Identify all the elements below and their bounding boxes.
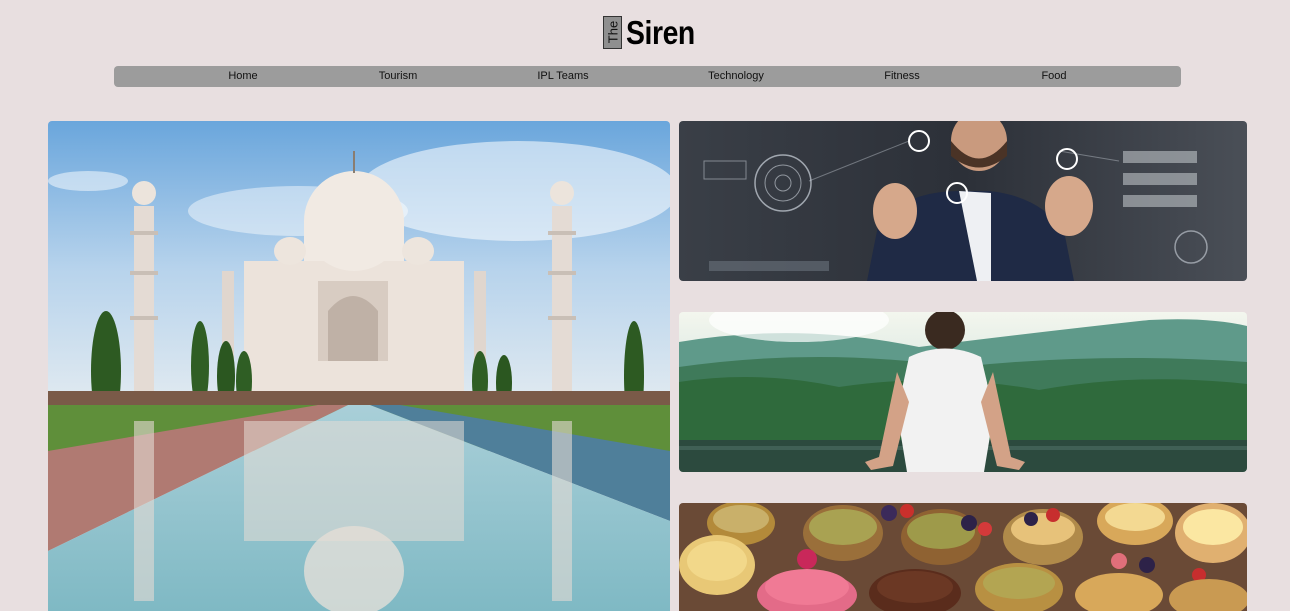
nav-item-fitness[interactable]: Fitness bbox=[884, 66, 919, 87]
tourism-card[interactable] bbox=[48, 121, 670, 611]
nav-item-technology[interactable]: Technology bbox=[708, 66, 764, 87]
nav-item-ipl-teams[interactable]: IPL Teams bbox=[537, 66, 588, 87]
logo-prefix: The bbox=[605, 20, 620, 44]
food-card[interactable] bbox=[679, 503, 1247, 611]
site-logo[interactable]: The Siren bbox=[603, 13, 706, 51]
taj-mahal-photo bbox=[48, 121, 670, 611]
nav-item-tourism[interactable]: Tourism bbox=[379, 66, 418, 87]
meditation-photo bbox=[679, 312, 1247, 472]
logo-name: Siren bbox=[626, 13, 695, 51]
nav-item-home[interactable]: Home bbox=[228, 66, 257, 87]
technology-card[interactable] bbox=[679, 121, 1247, 281]
main-nav: Home Tourism IPL Teams Technology Fitnes… bbox=[114, 66, 1181, 87]
nav-item-food[interactable]: Food bbox=[1041, 66, 1066, 87]
site-header: The Siren bbox=[0, 0, 1290, 62]
pastries-photo bbox=[679, 503, 1247, 611]
fitness-card[interactable] bbox=[679, 312, 1247, 472]
tech-interface-photo bbox=[679, 121, 1247, 281]
logo-prefix-box: The bbox=[603, 15, 622, 49]
